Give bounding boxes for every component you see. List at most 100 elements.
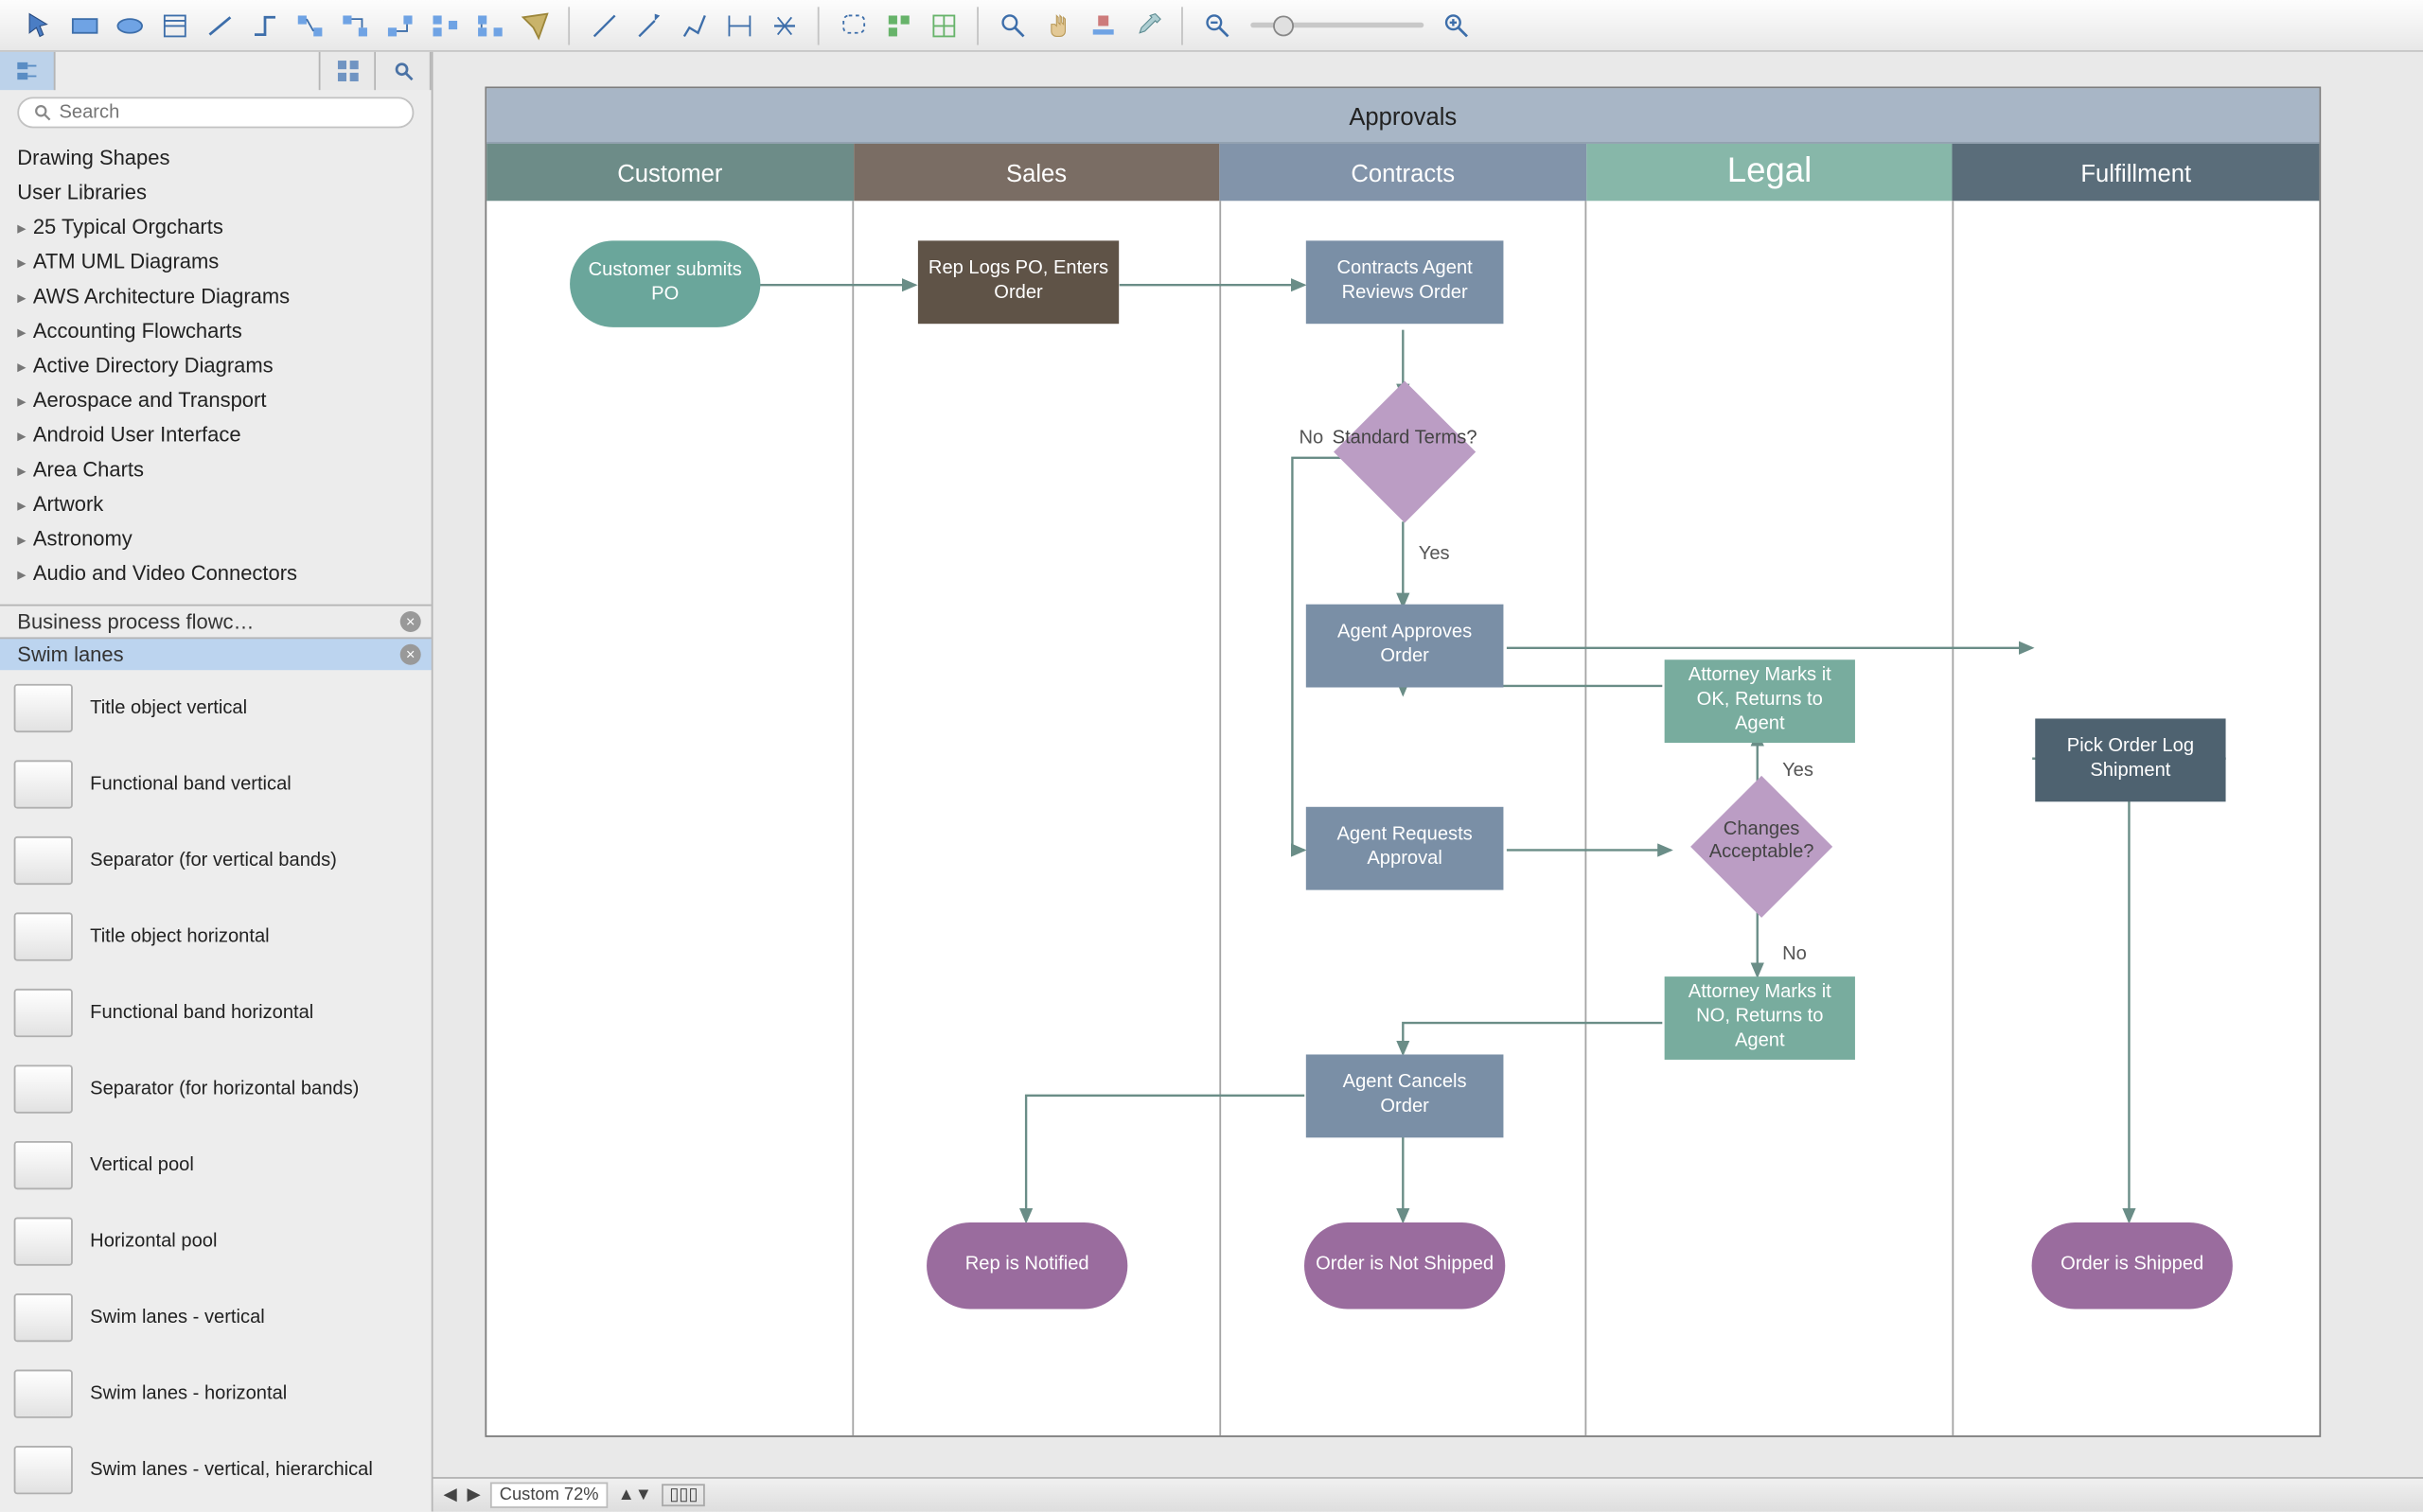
connector-3[interactable] [332,6,378,44]
node-requests[interactable]: Agent Requests Approval [1306,807,1504,890]
shape-list[interactable]: Title object vertical Functional band ve… [0,670,432,1511]
lane-header-sales[interactable]: Sales [853,144,1219,201]
zoom-stepper-icon[interactable]: ▲▼ [618,1486,652,1504]
library-category[interactable]: Active Directory Diagrams [17,348,431,383]
stencil-tab-label: Swim lanes [17,642,123,667]
close-icon[interactable]: × [400,611,421,632]
shape-item[interactable]: Horizontal pool [0,1204,432,1280]
shape-item[interactable]: Vertical pool [0,1127,432,1204]
connector-2[interactable] [288,6,333,44]
library-item[interactable]: User Libraries [17,175,431,210]
node-cancels[interactable]: Agent Cancels Order [1306,1054,1504,1137]
library-category[interactable]: Accounting Flowcharts [17,313,431,348]
lane-header-contracts[interactable]: Contracts [1220,144,1586,201]
library-tree[interactable]: Drawing Shapes User Libraries 25 Typical… [0,135,432,590]
line-end-2[interactable] [627,6,672,44]
smart-3[interactable] [922,6,967,44]
shape-item[interactable]: Swim lanes - vertical, hierarchical [0,1432,432,1508]
node-reviews[interactable]: Contracts Agent Reviews Order [1306,240,1504,324]
lane-header-customer[interactable]: Customer [486,144,853,201]
line-tool[interactable] [198,6,243,44]
shape-preview-icon [14,912,73,960]
smart-1[interactable] [831,6,876,44]
stencil-tab-business[interactable]: Business process flowc…× [0,605,432,638]
library-category[interactable]: Astronomy [17,521,431,556]
hand-icon[interactable] [1035,6,1081,44]
library-category[interactable]: Aerospace and Transport [17,382,431,417]
shape-item[interactable]: Title object vertical [0,670,432,747]
shape-preview-icon [14,1446,73,1494]
line-end-3[interactable] [672,6,717,44]
stencil-tab-swimlanes[interactable]: Swim lanes × [0,637,432,670]
search-input[interactable] [59,102,398,123]
shape-item[interactable]: Separator (for vertical bands) [0,822,432,899]
line-end-1[interactable] [582,6,628,44]
node-not-shipped[interactable]: Order is Not Shipped [1304,1222,1505,1310]
canvas[interactable]: Approvals Customer Sales Contracts Legal… [433,52,2423,1512]
node-customer-submits[interactable]: Customer submits PO [570,240,760,326]
node-shipped[interactable]: Order is Shipped [2032,1222,2233,1310]
library-sidebar: Drawing Shapes User Libraries 25 Typical… [0,52,433,1512]
connector-5[interactable] [423,6,469,44]
page-thumbs-icon[interactable]: ▯▯▯ [663,1484,705,1506]
node-rep-logs[interactable]: Rep Logs PO, Enters Order [918,240,1119,324]
library-category[interactable]: ATM UML Diagrams [17,244,431,279]
connector-4[interactable] [378,6,423,44]
stamp-icon[interactable] [1081,6,1126,44]
ellipse-tool[interactable] [107,6,152,44]
library-tree-tab[interactable] [0,52,56,90]
connector-1[interactable] [242,6,288,44]
node-rep-notified[interactable]: Rep is Notified [927,1222,1127,1310]
pointer-tool[interactable] [17,6,62,44]
zoom-in-icon[interactable] [1434,6,1479,44]
node-attorney-ok[interactable]: Attorney Marks it OK, Returns to Agent [1665,659,1855,743]
dropper-icon[interactable] [1126,6,1172,44]
library-category[interactable]: Area Charts [17,452,431,487]
node-standard-terms[interactable]: Standard Terms? [1350,396,1460,507]
line-end-5[interactable] [762,6,807,44]
diamond-label: Changes Acceptable? [1686,819,1838,865]
zoom-slider[interactable] [1250,23,1424,27]
nav-next-icon[interactable]: ▶ [468,1486,481,1504]
shape-label: Separator (for vertical bands) [90,851,337,871]
shape-item[interactable]: Functional band vertical [0,747,432,823]
node-attorney-no[interactable]: Attorney Marks it NO, Returns to Agent [1665,976,1855,1060]
diamond-label: Standard Terms? [1329,428,1481,450]
rect-tool[interactable] [62,6,108,44]
diagram-page[interactable]: Approvals Customer Sales Contracts Legal… [485,87,2321,1437]
library-search[interactable] [17,97,414,128]
search-tab[interactable] [376,52,432,90]
shape-item[interactable]: Separator (for horizontal bands) [0,1051,432,1128]
shape-item[interactable]: Swim lanes - vertical [0,1279,432,1356]
diagram-title[interactable]: Approvals [486,88,2319,144]
library-item[interactable]: Drawing Shapes [17,140,431,175]
close-icon[interactable]: × [400,644,421,665]
nav-prev-icon[interactable]: ◀ [443,1486,456,1504]
shape-item[interactable]: Functional band horizontal [0,975,432,1051]
library-category[interactable]: Audio and Video Connectors [17,555,431,590]
grid-view-tab[interactable] [321,52,377,90]
shape-preview-icon [14,1370,73,1418]
line-end-4[interactable] [717,6,763,44]
edge-label-yes: Yes [1419,544,1450,565]
send-icon[interactable] [513,6,558,44]
node-pick-order[interactable]: Pick Order Log Shipment [2035,718,2225,801]
zoom-display[interactable]: Custom 72% [491,1482,608,1507]
library-category[interactable]: AWS Architecture Diagrams [17,279,431,314]
magnifier-icon[interactable] [991,6,1036,44]
node-approves[interactable]: Agent Approves Order [1306,605,1504,688]
shape-label: Swim lanes - horizontal [90,1383,287,1404]
shape-item[interactable]: Title object horizontal [0,899,432,976]
connector-6[interactable] [468,6,513,44]
library-category[interactable]: Android User Interface [17,417,431,452]
shape-item[interactable]: Swim lanes - horizontal [0,1356,432,1433]
lane-header-legal[interactable]: Legal [1586,144,1953,201]
lane-header-fulfillment[interactable]: Fulfillment [1953,144,2319,201]
smart-2[interactable] [876,6,922,44]
text-tool[interactable] [152,6,198,44]
zoom-out-icon[interactable] [1195,6,1241,44]
node-changes-acceptable[interactable]: Changes Acceptable? [1707,791,1817,902]
library-category[interactable]: Artwork [17,486,431,521]
shape-label: Horizontal pool [90,1231,217,1252]
library-category[interactable]: 25 Typical Orgcharts [17,209,431,244]
